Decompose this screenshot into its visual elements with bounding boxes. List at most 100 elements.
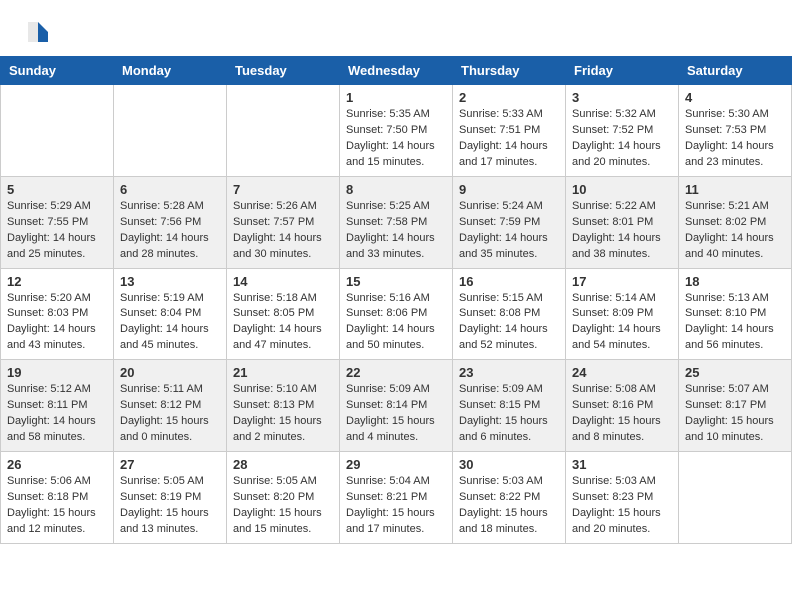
calendar-cell: 11 Sunrise: 5:21 AM Sunset: 8:02 PM Dayli… — [679, 176, 792, 268]
calendar-cell: 24 Sunrise: 5:08 AM Sunset: 8:16 PM Dayli… — [566, 360, 679, 452]
day-info: Sunrise: 5:12 AM Sunset: 8:11 PM Dayligh… — [7, 382, 107, 446]
calendar-cell: 21 Sunrise: 5:10 AM Sunset: 8:13 PM Dayli… — [227, 360, 340, 452]
day-info: Sunrise: 5:06 AM Sunset: 8:18 PM Dayligh… — [7, 474, 107, 538]
calendar-week-2: 5 Sunrise: 5:29 AM Sunset: 7:55 PM Daylig… — [1, 176, 792, 268]
calendar-week-3: 12Sunrise: 5:20 AM Sunset: 8:03 PM Dayli… — [1, 268, 792, 360]
calendar-cell: 12Sunrise: 5:20 AM Sunset: 8:03 PM Dayli… — [1, 268, 114, 360]
day-info: Sunrise: 5:13 AM Sunset: 8:10 PM Dayligh… — [685, 291, 785, 355]
calendar-cell: 19 Sunrise: 5:12 AM Sunset: 8:11 PM Dayli… — [1, 360, 114, 452]
calendar-table: SundayMondayTuesdayWednesdayThursdayFrid… — [0, 56, 792, 544]
calendar-cell: 16 Sunrise: 5:15 AM Sunset: 8:08 PM Dayli… — [453, 268, 566, 360]
calendar-cell: 9 Sunrise: 5:24 AM Sunset: 7:59 PM Daylig… — [453, 176, 566, 268]
day-number: 8 — [346, 182, 446, 197]
day-info: Sunrise: 5:29 AM Sunset: 7:55 PM Dayligh… — [7, 199, 107, 263]
calendar-cell: 29 Sunrise: 5:04 AM Sunset: 8:21 PM Dayli… — [340, 452, 453, 544]
day-info: Sunrise: 5:04 AM Sunset: 8:21 PM Dayligh… — [346, 474, 446, 538]
day-header-sunday: Sunday — [1, 57, 114, 85]
day-info: Sunrise: 5:22 AM Sunset: 8:01 PM Dayligh… — [572, 199, 672, 263]
day-number: 9 — [459, 182, 559, 197]
day-number: 24 — [572, 365, 672, 380]
calendar-cell: 23 Sunrise: 5:09 AM Sunset: 8:15 PM Dayli… — [453, 360, 566, 452]
day-number: 15 — [346, 274, 446, 289]
calendar-week-1: 1Sunrise: 5:35 AM Sunset: 7:50 PM Daylig… — [1, 85, 792, 177]
calendar-cell: 1Sunrise: 5:35 AM Sunset: 7:50 PM Daylig… — [340, 85, 453, 177]
day-info: Sunrise: 5:11 AM Sunset: 8:12 PM Dayligh… — [120, 382, 220, 446]
calendar-cell: 10 Sunrise: 5:22 AM Sunset: 8:01 PM Dayli… — [566, 176, 679, 268]
day-info: Sunrise: 5:32 AM Sunset: 7:52 PM Dayligh… — [572, 107, 672, 171]
day-number: 2 — [459, 90, 559, 105]
header — [0, 0, 792, 56]
calendar-cell: 27 Sunrise: 5:05 AM Sunset: 8:19 PM Dayli… — [114, 452, 227, 544]
day-info: Sunrise: 5:09 AM Sunset: 8:14 PM Dayligh… — [346, 382, 446, 446]
logo — [24, 18, 56, 46]
calendar-cell: 7 Sunrise: 5:26 AM Sunset: 7:57 PM Daylig… — [227, 176, 340, 268]
calendar-cell: 4 Sunrise: 5:30 AM Sunset: 7:53 PM Daylig… — [679, 85, 792, 177]
day-header-friday: Friday — [566, 57, 679, 85]
day-info: Sunrise: 5:26 AM Sunset: 7:57 PM Dayligh… — [233, 199, 333, 263]
day-number: 5 — [7, 182, 107, 197]
calendar-cell: 20 Sunrise: 5:11 AM Sunset: 8:12 PM Dayli… — [114, 360, 227, 452]
calendar-cell: 15 Sunrise: 5:16 AM Sunset: 8:06 PM Dayli… — [340, 268, 453, 360]
calendar-cell: 18Sunrise: 5:13 AM Sunset: 8:10 PM Dayli… — [679, 268, 792, 360]
day-info: Sunrise: 5:03 AM Sunset: 8:22 PM Dayligh… — [459, 474, 559, 538]
day-info: Sunrise: 5:05 AM Sunset: 8:20 PM Dayligh… — [233, 474, 333, 538]
calendar-cell: 13 Sunrise: 5:19 AM Sunset: 8:04 PM Dayli… — [114, 268, 227, 360]
day-number: 3 — [572, 90, 672, 105]
calendar-cell: 25Sunrise: 5:07 AM Sunset: 8:17 PM Dayli… — [679, 360, 792, 452]
day-number: 21 — [233, 365, 333, 380]
day-info: Sunrise: 5:21 AM Sunset: 8:02 PM Dayligh… — [685, 199, 785, 263]
day-info: Sunrise: 5:09 AM Sunset: 8:15 PM Dayligh… — [459, 382, 559, 446]
day-number: 29 — [346, 457, 446, 472]
day-info: Sunrise: 5:20 AM Sunset: 8:03 PM Dayligh… — [7, 291, 107, 355]
day-number: 16 — [459, 274, 559, 289]
day-number: 20 — [120, 365, 220, 380]
day-header-tuesday: Tuesday — [227, 57, 340, 85]
calendar-cell: 6 Sunrise: 5:28 AM Sunset: 7:56 PM Daylig… — [114, 176, 227, 268]
day-number: 1 — [346, 90, 446, 105]
calendar-cell: 2 Sunrise: 5:33 AM Sunset: 7:51 PM Daylig… — [453, 85, 566, 177]
day-info: Sunrise: 5:24 AM Sunset: 7:59 PM Dayligh… — [459, 199, 559, 263]
day-number: 17 — [572, 274, 672, 289]
calendar-cell: 8 Sunrise: 5:25 AM Sunset: 7:58 PM Daylig… — [340, 176, 453, 268]
day-number: 26 — [7, 457, 107, 472]
day-number: 28 — [233, 457, 333, 472]
day-number: 14 — [233, 274, 333, 289]
day-info: Sunrise: 5:16 AM Sunset: 8:06 PM Dayligh… — [346, 291, 446, 355]
calendar-cell: 3 Sunrise: 5:32 AM Sunset: 7:52 PM Daylig… — [566, 85, 679, 177]
day-number: 10 — [572, 182, 672, 197]
day-info: Sunrise: 5:15 AM Sunset: 8:08 PM Dayligh… — [459, 291, 559, 355]
day-number: 11 — [685, 182, 785, 197]
calendar-cell — [227, 85, 340, 177]
logo-icon — [24, 18, 52, 46]
calendar-cell: 5 Sunrise: 5:29 AM Sunset: 7:55 PM Daylig… — [1, 176, 114, 268]
day-header-wednesday: Wednesday — [340, 57, 453, 85]
day-info: Sunrise: 5:10 AM Sunset: 8:13 PM Dayligh… — [233, 382, 333, 446]
day-info: Sunrise: 5:30 AM Sunset: 7:53 PM Dayligh… — [685, 107, 785, 171]
day-number: 27 — [120, 457, 220, 472]
day-info: Sunrise: 5:25 AM Sunset: 7:58 PM Dayligh… — [346, 199, 446, 263]
calendar-cell: 17 Sunrise: 5:14 AM Sunset: 8:09 PM Dayli… — [566, 268, 679, 360]
day-header-monday: Monday — [114, 57, 227, 85]
calendar-cell — [679, 452, 792, 544]
day-info: Sunrise: 5:08 AM Sunset: 8:16 PM Dayligh… — [572, 382, 672, 446]
day-number: 23 — [459, 365, 559, 380]
day-info: Sunrise: 5:03 AM Sunset: 8:23 PM Dayligh… — [572, 474, 672, 538]
day-info: Sunrise: 5:28 AM Sunset: 7:56 PM Dayligh… — [120, 199, 220, 263]
day-number: 30 — [459, 457, 559, 472]
day-info: Sunrise: 5:18 AM Sunset: 8:05 PM Dayligh… — [233, 291, 333, 355]
day-number: 13 — [120, 274, 220, 289]
day-number: 4 — [685, 90, 785, 105]
day-info: Sunrise: 5:14 AM Sunset: 8:09 PM Dayligh… — [572, 291, 672, 355]
calendar-cell: 31Sunrise: 5:03 AM Sunset: 8:23 PM Dayli… — [566, 452, 679, 544]
calendar-cell: 22 Sunrise: 5:09 AM Sunset: 8:14 PM Dayli… — [340, 360, 453, 452]
day-number: 6 — [120, 182, 220, 197]
day-info: Sunrise: 5:33 AM Sunset: 7:51 PM Dayligh… — [459, 107, 559, 171]
day-number: 7 — [233, 182, 333, 197]
day-info: Sunrise: 5:19 AM Sunset: 8:04 PM Dayligh… — [120, 291, 220, 355]
calendar-cell: 28 Sunrise: 5:05 AM Sunset: 8:20 PM Dayli… — [227, 452, 340, 544]
calendar-cell: 26 Sunrise: 5:06 AM Sunset: 8:18 PM Dayli… — [1, 452, 114, 544]
day-number: 22 — [346, 365, 446, 380]
day-number: 25 — [685, 365, 785, 380]
day-number: 19 — [7, 365, 107, 380]
day-info: Sunrise: 5:05 AM Sunset: 8:19 PM Dayligh… — [120, 474, 220, 538]
